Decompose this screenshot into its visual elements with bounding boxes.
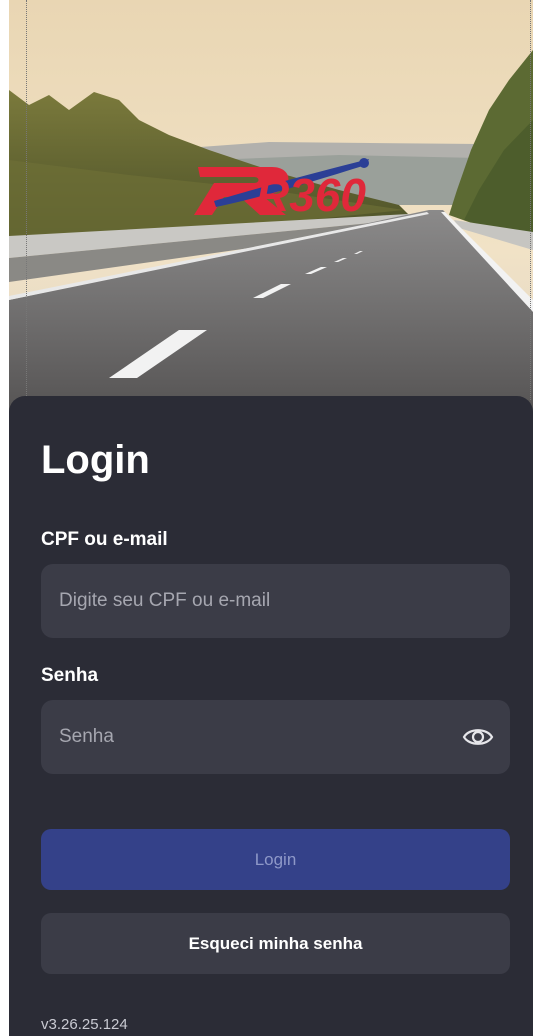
eye-icon[interactable] <box>462 724 494 750</box>
page-title: Login <box>41 438 150 482</box>
cpf-email-field[interactable] <box>41 564 510 638</box>
hero-image: R360 <box>9 0 533 420</box>
dotted-guide-right <box>530 0 531 400</box>
password-field[interactable] <box>41 700 510 774</box>
app-frame: R360 Login CPF ou e-mail Senha Login Esq… <box>9 0 533 1036</box>
r360-logo: R360 <box>194 158 369 221</box>
app-version: v3.26.25.124 <box>41 1016 128 1033</box>
password-label: Senha <box>41 665 99 686</box>
cpf-email-input[interactable] <box>41 564 510 638</box>
dotted-guide-left <box>26 0 27 400</box>
logo-lettering: R360 <box>256 169 366 221</box>
login-button[interactable]: Login <box>41 829 510 890</box>
login-card: Login CPF ou e-mail Senha Login Esqueci … <box>9 396 533 1036</box>
forgot-password-button[interactable]: Esqueci minha senha <box>41 913 510 974</box>
password-input[interactable] <box>41 700 510 774</box>
cpf-email-label: CPF ou e-mail <box>41 529 168 550</box>
